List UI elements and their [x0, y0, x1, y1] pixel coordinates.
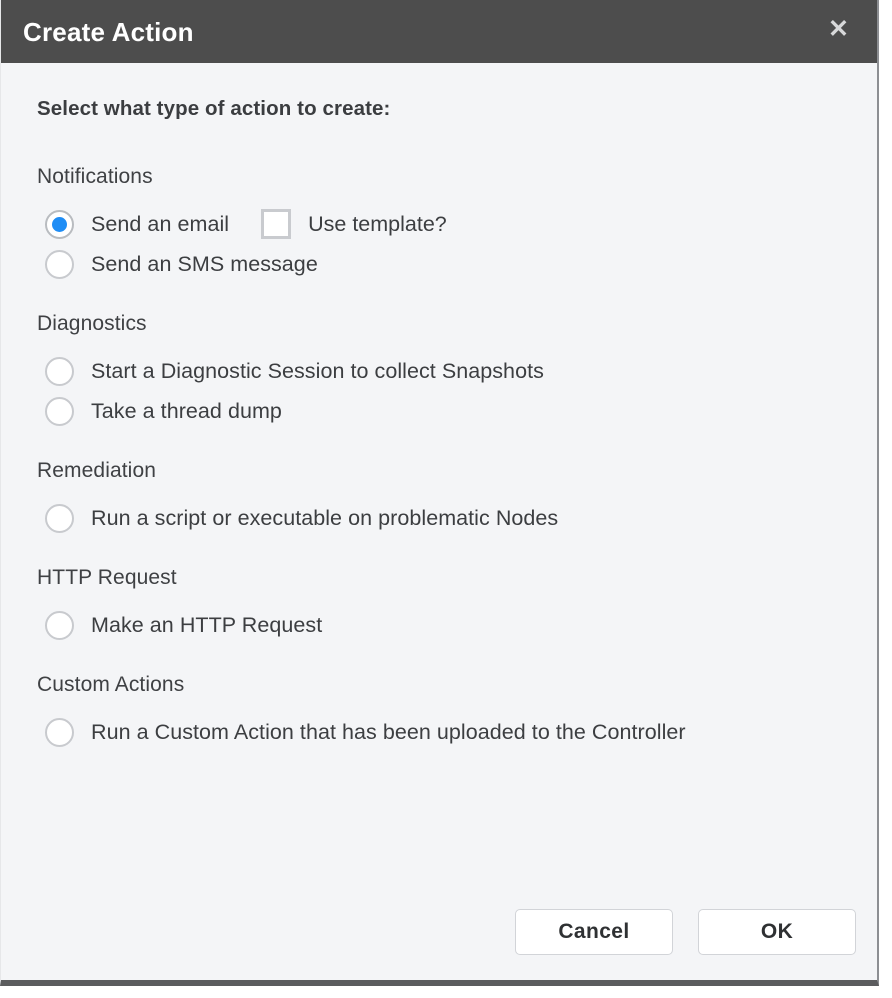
action-option-row[interactable]: Send an SMS message — [45, 244, 841, 284]
action-group-label: Remediation — [37, 459, 156, 482]
action-group: Notifications Send an email Use template? S… — [37, 165, 841, 284]
action-group-label: Custom Actions — [37, 673, 185, 696]
radio-selected-icon[interactable] — [45, 209, 74, 239]
use-template-checkbox[interactable] — [261, 209, 292, 239]
action-group-label: Notifications — [37, 165, 153, 188]
radio-dot — [52, 257, 67, 272]
action-option-row[interactable]: Start a Diagnostic Session to collect Sn… — [45, 351, 841, 391]
dialog-body: Select what type of action to create: No… — [1, 63, 877, 884]
close-icon[interactable]: ✕ — [822, 15, 855, 48]
radio-unselected-icon[interactable] — [45, 356, 74, 386]
action-option-label: Send an email — [91, 211, 230, 236]
radio-dot — [52, 511, 67, 526]
radio-dot — [52, 618, 67, 633]
radio-dot — [52, 216, 67, 232]
use-template-label: Use template? — [308, 211, 447, 236]
prompt-text: Select what type of action to create: — [37, 97, 391, 120]
action-type-groups: Notifications Send an email Use template? S… — [37, 165, 841, 752]
radio-dot — [52, 404, 67, 419]
radio-unselected-icon[interactable] — [45, 249, 74, 279]
action-option-label: Start a Diagnostic Session to collect Sn… — [91, 358, 544, 383]
action-option-label: Send an SMS message — [91, 251, 318, 276]
dialog-footer: Cancel OK — [1, 884, 877, 980]
action-option-label: Take a thread dump — [91, 398, 282, 423]
action-option-label: Make an HTTP Request — [91, 612, 323, 637]
radio-unselected-icon[interactable] — [45, 717, 74, 747]
action-group-label: HTTP Request — [37, 566, 177, 589]
action-option-row[interactable]: Make an HTTP Request — [45, 605, 841, 645]
action-group: Remediation Run a script or executable on… — [37, 459, 841, 538]
cancel-button[interactable]: Cancel — [515, 909, 673, 955]
action-option-label: Run a Custom Action that has been upload… — [91, 719, 686, 744]
action-option-row[interactable]: Run a Custom Action that has been upload… — [45, 712, 841, 752]
action-group: HTTP Request Make an HTTP Request — [37, 566, 841, 645]
ok-button[interactable]: OK — [698, 909, 856, 955]
action-option-row[interactable]: Send an email Use template? — [45, 204, 841, 244]
radio-dot — [52, 364, 67, 379]
action-group: Diagnostics Start a Diagnostic Session to… — [37, 312, 841, 431]
action-group-label: Diagnostics — [37, 312, 147, 335]
radio-unselected-icon[interactable] — [45, 610, 74, 640]
use-template-checkbox-group[interactable]: Use template? — [261, 209, 447, 239]
create-action-dialog: Create Action ✕ Select what type of acti… — [0, 0, 879, 986]
action-option-row[interactable]: Run a script or executable on problemati… — [45, 498, 841, 538]
action-option-row[interactable]: Take a thread dump — [45, 391, 841, 431]
radio-unselected-icon[interactable] — [45, 396, 74, 426]
radio-dot — [52, 725, 67, 740]
action-group: Custom Actions Run a Custom Action that h… — [37, 673, 841, 752]
action-option-label: Run a script or executable on problemati… — [91, 505, 559, 530]
dialog-titlebar: Create Action ✕ — [1, 0, 877, 63]
radio-unselected-icon[interactable] — [45, 503, 74, 533]
dialog-title: Create Action — [23, 16, 194, 47]
